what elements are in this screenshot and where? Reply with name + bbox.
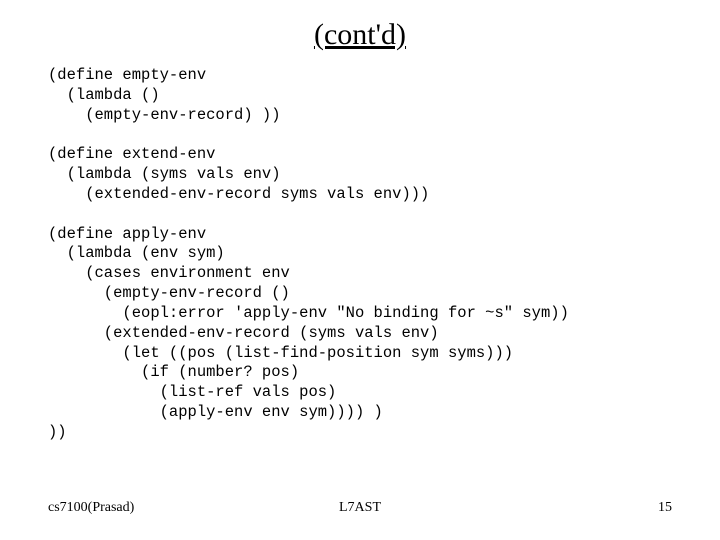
code-block: (define empty-env (lambda () (empty-env-… <box>48 66 672 443</box>
slide: (cont'd) (define empty-env (lambda () (e… <box>0 0 720 540</box>
footer: cs7100(Prasad) L7AST 15 <box>48 500 672 516</box>
footer-center: L7AST <box>48 500 672 516</box>
footer-left: cs7100(Prasad) <box>48 500 134 516</box>
slide-title: (cont'd) <box>48 18 672 52</box>
footer-right: 15 <box>658 500 672 516</box>
